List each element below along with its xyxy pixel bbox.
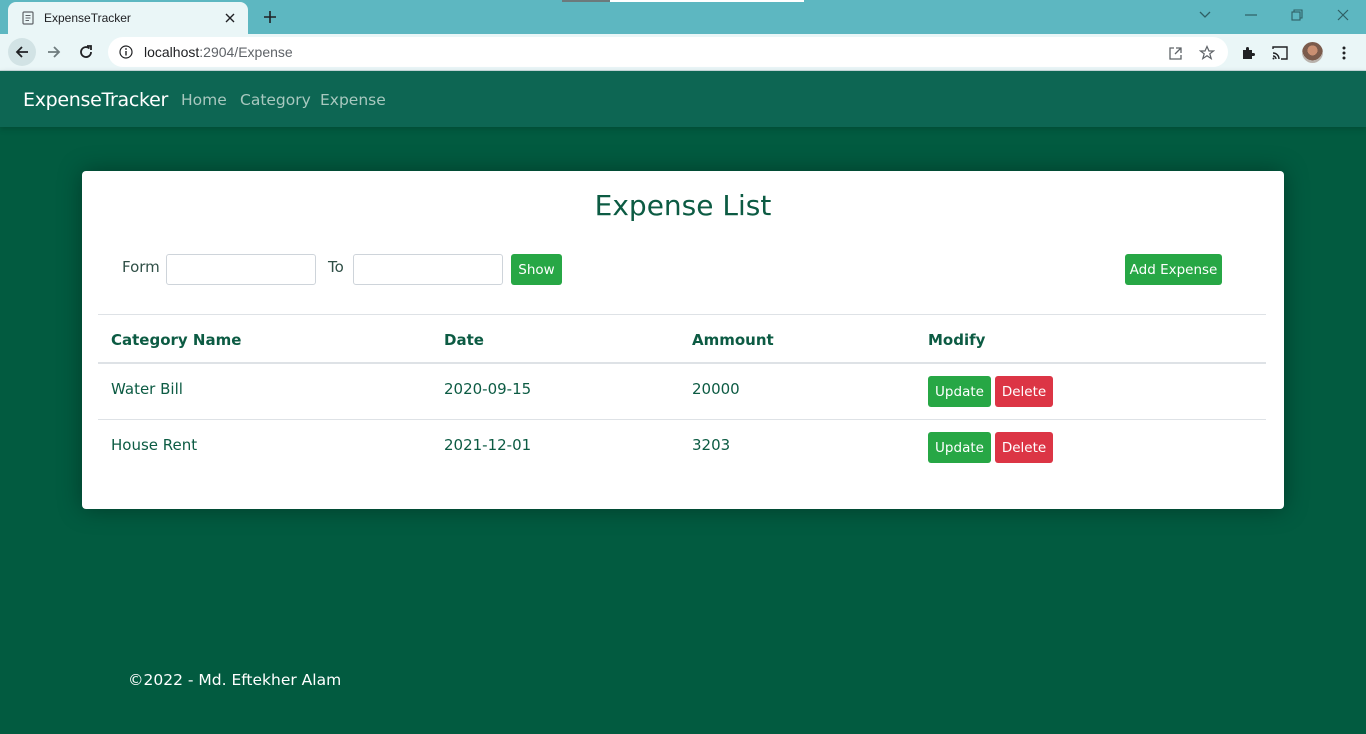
cell-date: 2020-09-15: [444, 380, 532, 398]
reload-icon[interactable]: [72, 38, 100, 66]
close-tab-icon[interactable]: [222, 10, 238, 26]
update-button[interactable]: Update: [928, 376, 991, 407]
nav-link-category[interactable]: Category: [240, 91, 311, 109]
to-date-label: To: [328, 258, 344, 276]
url-path: :2904/Expense: [199, 44, 293, 60]
delete-button[interactable]: Delete: [995, 432, 1053, 463]
close-window-icon[interactable]: [1330, 4, 1356, 26]
delete-button[interactable]: Delete: [995, 376, 1053, 407]
restore-window-icon[interactable]: [1284, 4, 1310, 26]
cell-amount: 20000: [692, 380, 740, 398]
footer-copyright: ©2022 - Md. Eftekher Alam: [128, 671, 342, 689]
navbar-brand[interactable]: ExpenseTracker: [23, 89, 168, 111]
site-info-icon[interactable]: [118, 44, 134, 60]
show-button[interactable]: Show: [511, 254, 562, 285]
address-bar[interactable]: localhost:2904/Expense: [108, 37, 1228, 67]
share-icon[interactable]: [1166, 44, 1184, 62]
url-host: localhost: [144, 44, 200, 60]
app-navbar: ExpenseTracker Home Category Expense: [0, 71, 1366, 127]
tab-title: ExpenseTracker: [44, 11, 131, 25]
add-expense-button[interactable]: Add Expense: [1125, 254, 1222, 285]
profile-avatar[interactable]: [1302, 42, 1323, 63]
browser-toolbar: localhost:2904/Expense: [0, 34, 1366, 71]
cell-amount: 3203: [692, 436, 731, 454]
tab-search-chevron-icon[interactable]: [1192, 4, 1218, 26]
cast-icon[interactable]: [1270, 43, 1290, 63]
cell-category: House Rent: [111, 436, 198, 454]
from-date-label: Form: [122, 258, 160, 276]
browser-tab-strip: ExpenseTracker: [0, 0, 1366, 34]
table-header: Category Name Date Ammount Modify: [98, 314, 1266, 364]
nav-link-home[interactable]: Home: [181, 91, 227, 109]
expense-list-card: Expense List Form To Show Add Expense Ca…: [82, 171, 1284, 509]
column-header-amount: Ammount: [692, 331, 774, 349]
from-date-input[interactable]: [166, 254, 316, 285]
nav-link-expense[interactable]: Expense: [320, 91, 386, 109]
page-favicon-icon: [20, 10, 36, 26]
update-button[interactable]: Update: [928, 432, 991, 463]
browser-tab[interactable]: ExpenseTracker: [8, 2, 248, 34]
column-header-category: Category Name: [111, 331, 242, 349]
column-header-date: Date: [444, 331, 484, 349]
forward-arrow-icon[interactable]: [40, 38, 68, 66]
back-arrow-icon[interactable]: [8, 38, 36, 66]
tab-strip-highlight-dark: [562, 0, 610, 2]
extensions-puzzle-icon[interactable]: [1238, 43, 1258, 63]
cell-category: Water Bill: [111, 380, 183, 398]
table-row: Water Bill 2020-09-15 20000 Update Delet…: [98, 364, 1266, 420]
bookmark-star-icon[interactable]: [1198, 44, 1216, 62]
page-title: Expense List: [594, 189, 772, 222]
column-header-modify: Modify: [928, 331, 986, 349]
browser-menu-icon[interactable]: [1334, 43, 1354, 63]
new-tab-icon[interactable]: [258, 6, 282, 28]
to-date-input[interactable]: [353, 254, 503, 285]
minimize-window-icon[interactable]: [1238, 4, 1264, 26]
expense-table: Category Name Date Ammount Modify Water …: [98, 314, 1266, 476]
table-row: House Rent 2021-12-01 3203 Update Delete: [98, 420, 1266, 476]
cell-date: 2021-12-01: [444, 436, 532, 454]
